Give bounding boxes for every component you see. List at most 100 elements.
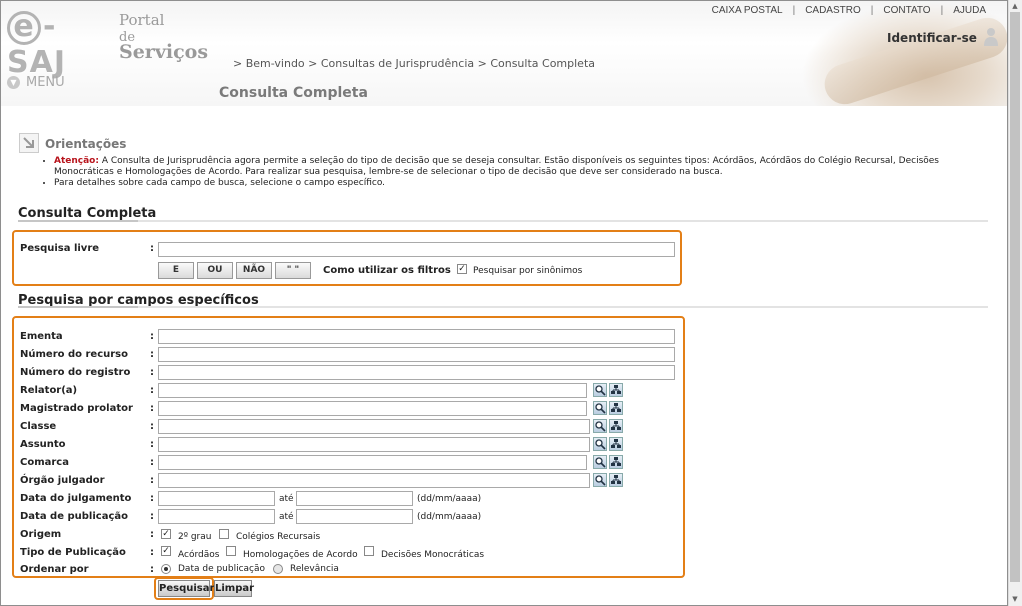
magistrado-input[interactable] xyxy=(158,401,587,416)
operator-e-button[interactable]: E xyxy=(158,262,194,279)
tree-icon[interactable] xyxy=(609,437,623,451)
scroll-up-icon[interactable]: ▲ xyxy=(1010,1,1020,11)
data-publicacao-start-input[interactable] xyxy=(158,509,275,524)
tree-icon[interactable] xyxy=(609,455,623,469)
search-icon[interactable] xyxy=(593,401,607,415)
colon: : xyxy=(150,511,154,522)
logo-portal-text: Portal de Serviços xyxy=(119,11,209,63)
colon: : xyxy=(150,457,154,468)
origem-2grau-label: 2º grau xyxy=(178,532,212,542)
search-icon[interactable] xyxy=(593,419,607,433)
colon: : xyxy=(150,493,154,504)
colon: : xyxy=(150,403,154,414)
orgao-input[interactable] xyxy=(158,473,590,488)
colon: : xyxy=(150,564,154,575)
date-format-hint: (dd/mm/aaaa) xyxy=(417,494,482,504)
logo-servicos-word: Serviços xyxy=(119,41,209,63)
clear-button[interactable]: Limpar xyxy=(214,580,254,597)
origem-2grau-checkbox[interactable]: ✓ xyxy=(161,529,171,539)
tipo-monocraticas-checkbox[interactable] xyxy=(364,546,374,556)
relator-input[interactable] xyxy=(158,383,587,398)
magistrado-label: Magistrado prolator xyxy=(20,403,133,414)
free-search-box xyxy=(12,230,682,286)
top-nav: CAIXA POSTAL | CADASTRO | CONTATO | AJUDA xyxy=(702,5,996,16)
chevron-down-icon: ▼ xyxy=(7,76,20,89)
data-julgamento-end-input[interactable] xyxy=(296,491,413,506)
search-icon[interactable] xyxy=(593,473,607,487)
nav-ajuda[interactable]: AJUDA xyxy=(943,5,996,16)
ementa-input[interactable] xyxy=(158,329,675,344)
data-publicacao-label: Data de publicação xyxy=(20,511,128,522)
numero-recurso-label: Número do recurso xyxy=(20,349,128,360)
date-format-hint: (dd/mm/aaaa) xyxy=(417,512,482,522)
until-label: até xyxy=(279,512,294,522)
colon: : xyxy=(150,349,154,360)
data-julgamento-start-input[interactable] xyxy=(158,491,275,506)
colon: : xyxy=(150,529,154,540)
numero-recurso-input[interactable] xyxy=(158,347,675,362)
nav-contato[interactable]: CONTATO xyxy=(873,5,940,16)
orientation-item: Para detalhes sobre cada campo de busca,… xyxy=(54,178,961,189)
tipo-homologacoes-label: Homologações de Acordo xyxy=(243,550,358,560)
orgao-label: Órgão julgador xyxy=(20,475,105,486)
data-publicacao-end-input[interactable] xyxy=(296,509,413,524)
tree-icon[interactable] xyxy=(609,401,623,415)
operator-ou-button[interactable]: OU xyxy=(197,262,233,279)
orientation-text: A Consulta de Jurisprudência agora permi… xyxy=(54,156,939,177)
ordenar-data-radio[interactable] xyxy=(161,564,171,574)
operator-quotes-button[interactable]: " " xyxy=(275,262,311,279)
attention-label: Atenção: xyxy=(54,156,99,166)
tree-icon[interactable] xyxy=(609,383,623,397)
numero-registro-input[interactable] xyxy=(158,365,675,380)
orientations-list: Atenção: A Consulta de Jurisprudência ag… xyxy=(41,156,961,189)
logo-e-glyph: e xyxy=(7,11,41,45)
colon: : xyxy=(150,367,154,378)
origem-colegios-label: Colégios Recursais xyxy=(236,532,321,542)
colon: : xyxy=(150,243,154,254)
header: e -SAJ Portal de Serviços CAIXA POSTAL | CA… xyxy=(1,1,1007,110)
breadcrumb[interactable]: > Bem-vindo > Consultas de Jurisprudênci… xyxy=(233,57,595,70)
tipo-publicacao-label: Tipo de Publicação xyxy=(20,547,126,558)
synonyms-checkbox[interactable]: ✓ xyxy=(457,264,467,274)
browser-page: e -SAJ Portal de Serviços CAIXA POSTAL | CA… xyxy=(0,0,1008,606)
scrollbar-thumb[interactable] xyxy=(1010,12,1020,582)
colon: : xyxy=(150,421,154,432)
orientations-title: Orientações xyxy=(45,137,127,151)
search-icon[interactable] xyxy=(593,383,607,397)
search-icon[interactable] xyxy=(593,455,607,469)
classe-input[interactable] xyxy=(158,419,590,434)
ordenar-data-label: Data de publicação xyxy=(178,564,266,574)
page-title: Consulta Completa xyxy=(219,85,368,101)
search-button[interactable]: Pesquisar xyxy=(158,580,214,597)
section-divider xyxy=(18,306,988,308)
synonyms-label: Pesquisar por sinônimos xyxy=(473,266,583,276)
tipo-acordaos-checkbox[interactable]: ✓ xyxy=(161,546,171,556)
nav-cadastro[interactable]: CADASTRO xyxy=(795,5,871,16)
search-icon[interactable] xyxy=(593,437,607,451)
tipo-homologacoes-checkbox[interactable] xyxy=(226,546,236,556)
comarca-input[interactable] xyxy=(158,455,587,470)
ordenar-relevancia-label: Relevância xyxy=(290,564,339,574)
tipo-monocraticas-label: Decisões Monocráticas xyxy=(381,550,485,560)
identify-link[interactable]: Identificar-se xyxy=(887,31,977,45)
origem-label: Origem xyxy=(20,529,62,540)
free-search-label: Pesquisa livre xyxy=(20,243,100,254)
operator-nao-button[interactable]: NÃO xyxy=(236,262,272,279)
ordenar-relevancia-radio[interactable] xyxy=(273,564,283,574)
orientation-item: Atenção: A Consulta de Jurisprudência ag… xyxy=(54,156,961,178)
user-icon[interactable] xyxy=(983,27,999,47)
free-search-input[interactable] xyxy=(158,242,675,257)
assunto-input[interactable] xyxy=(158,437,590,452)
filters-help-link[interactable]: Como utilizar os filtros xyxy=(323,265,451,276)
tree-icon[interactable] xyxy=(609,419,623,433)
logo-portal-word: Portal xyxy=(119,11,165,29)
data-julgamento-label: Data do julgamento xyxy=(20,493,132,504)
origem-colegios-checkbox[interactable] xyxy=(219,529,229,539)
scroll-down-icon[interactable]: ▼ xyxy=(1010,594,1020,604)
menu-button[interactable]: ▼ MENU xyxy=(7,75,65,90)
ementa-label: Ementa xyxy=(20,331,63,342)
tree-icon[interactable] xyxy=(609,473,623,487)
logo-esaj-text: e -SAJ xyxy=(7,9,66,80)
ordenar-label: Ordenar por xyxy=(20,564,89,575)
nav-caixa-postal[interactable]: CAIXA POSTAL xyxy=(702,5,793,16)
